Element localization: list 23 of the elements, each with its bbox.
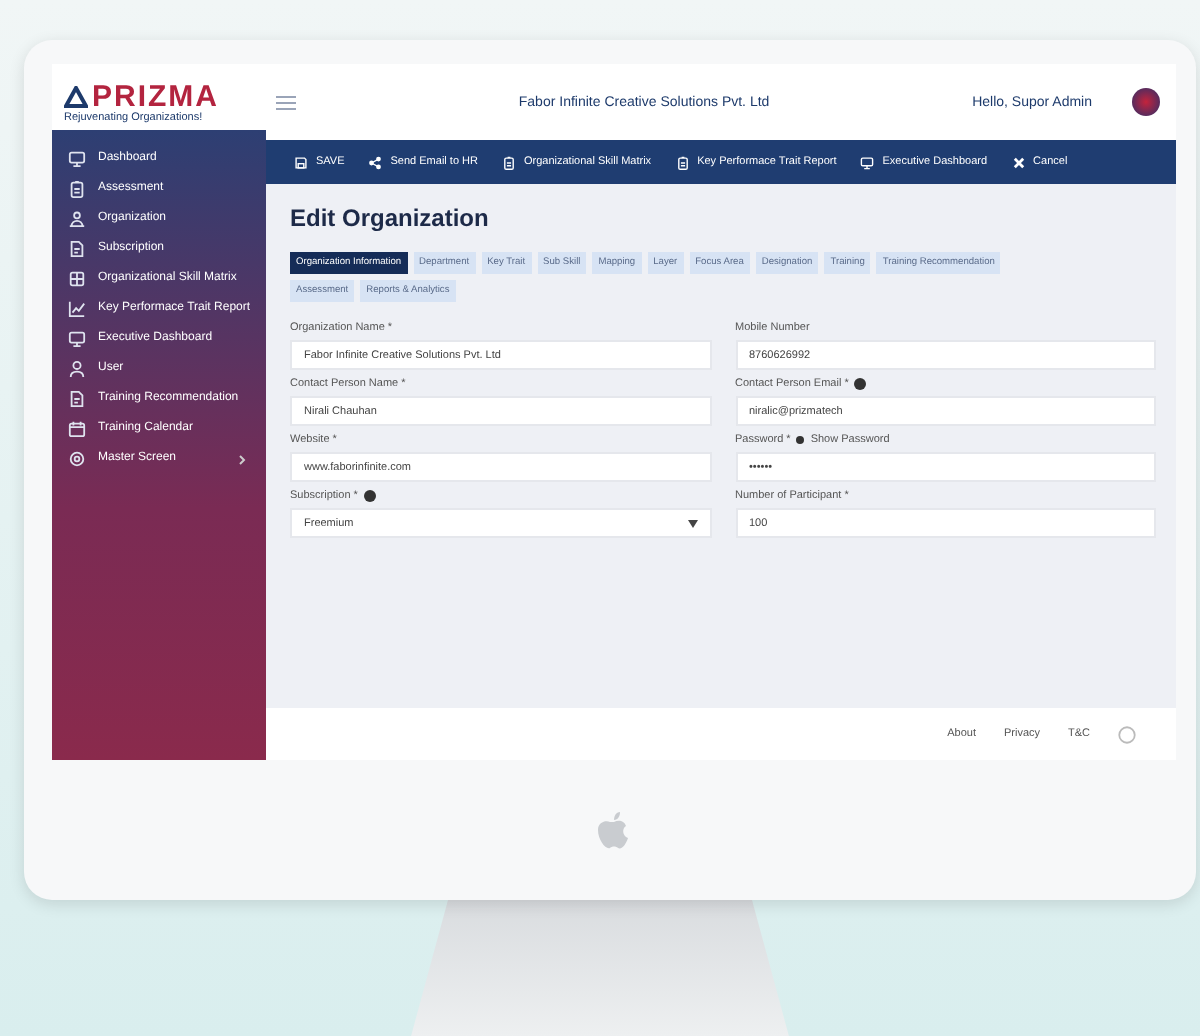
caret-icon <box>687 519 697 527</box>
monitor-icon <box>860 155 875 169</box>
monitor-icon <box>68 330 86 348</box>
triangle-logo-icon <box>64 85 88 107</box>
people-icon <box>68 210 86 228</box>
share-icon <box>368 155 383 169</box>
brand-name: PRIZMA <box>92 81 219 111</box>
grid-icon <box>68 270 86 288</box>
gear-icon <box>68 450 86 468</box>
line-chart-icon <box>68 300 86 318</box>
avatar[interactable] <box>1132 88 1160 116</box>
clipboard-icon <box>501 155 516 169</box>
fruit-logo-icon <box>596 808 632 852</box>
calendar-icon <box>68 420 86 438</box>
document-icon <box>68 390 86 408</box>
user-icon <box>68 360 86 378</box>
clipboard-icon <box>68 180 86 198</box>
eye-icon[interactable] <box>796 436 805 444</box>
close-icon <box>1011 155 1026 169</box>
page-title: Edit Organization <box>290 204 491 232</box>
monitor-icon <box>68 150 86 168</box>
clipboard-icon <box>675 155 690 169</box>
document-icon <box>68 240 86 258</box>
